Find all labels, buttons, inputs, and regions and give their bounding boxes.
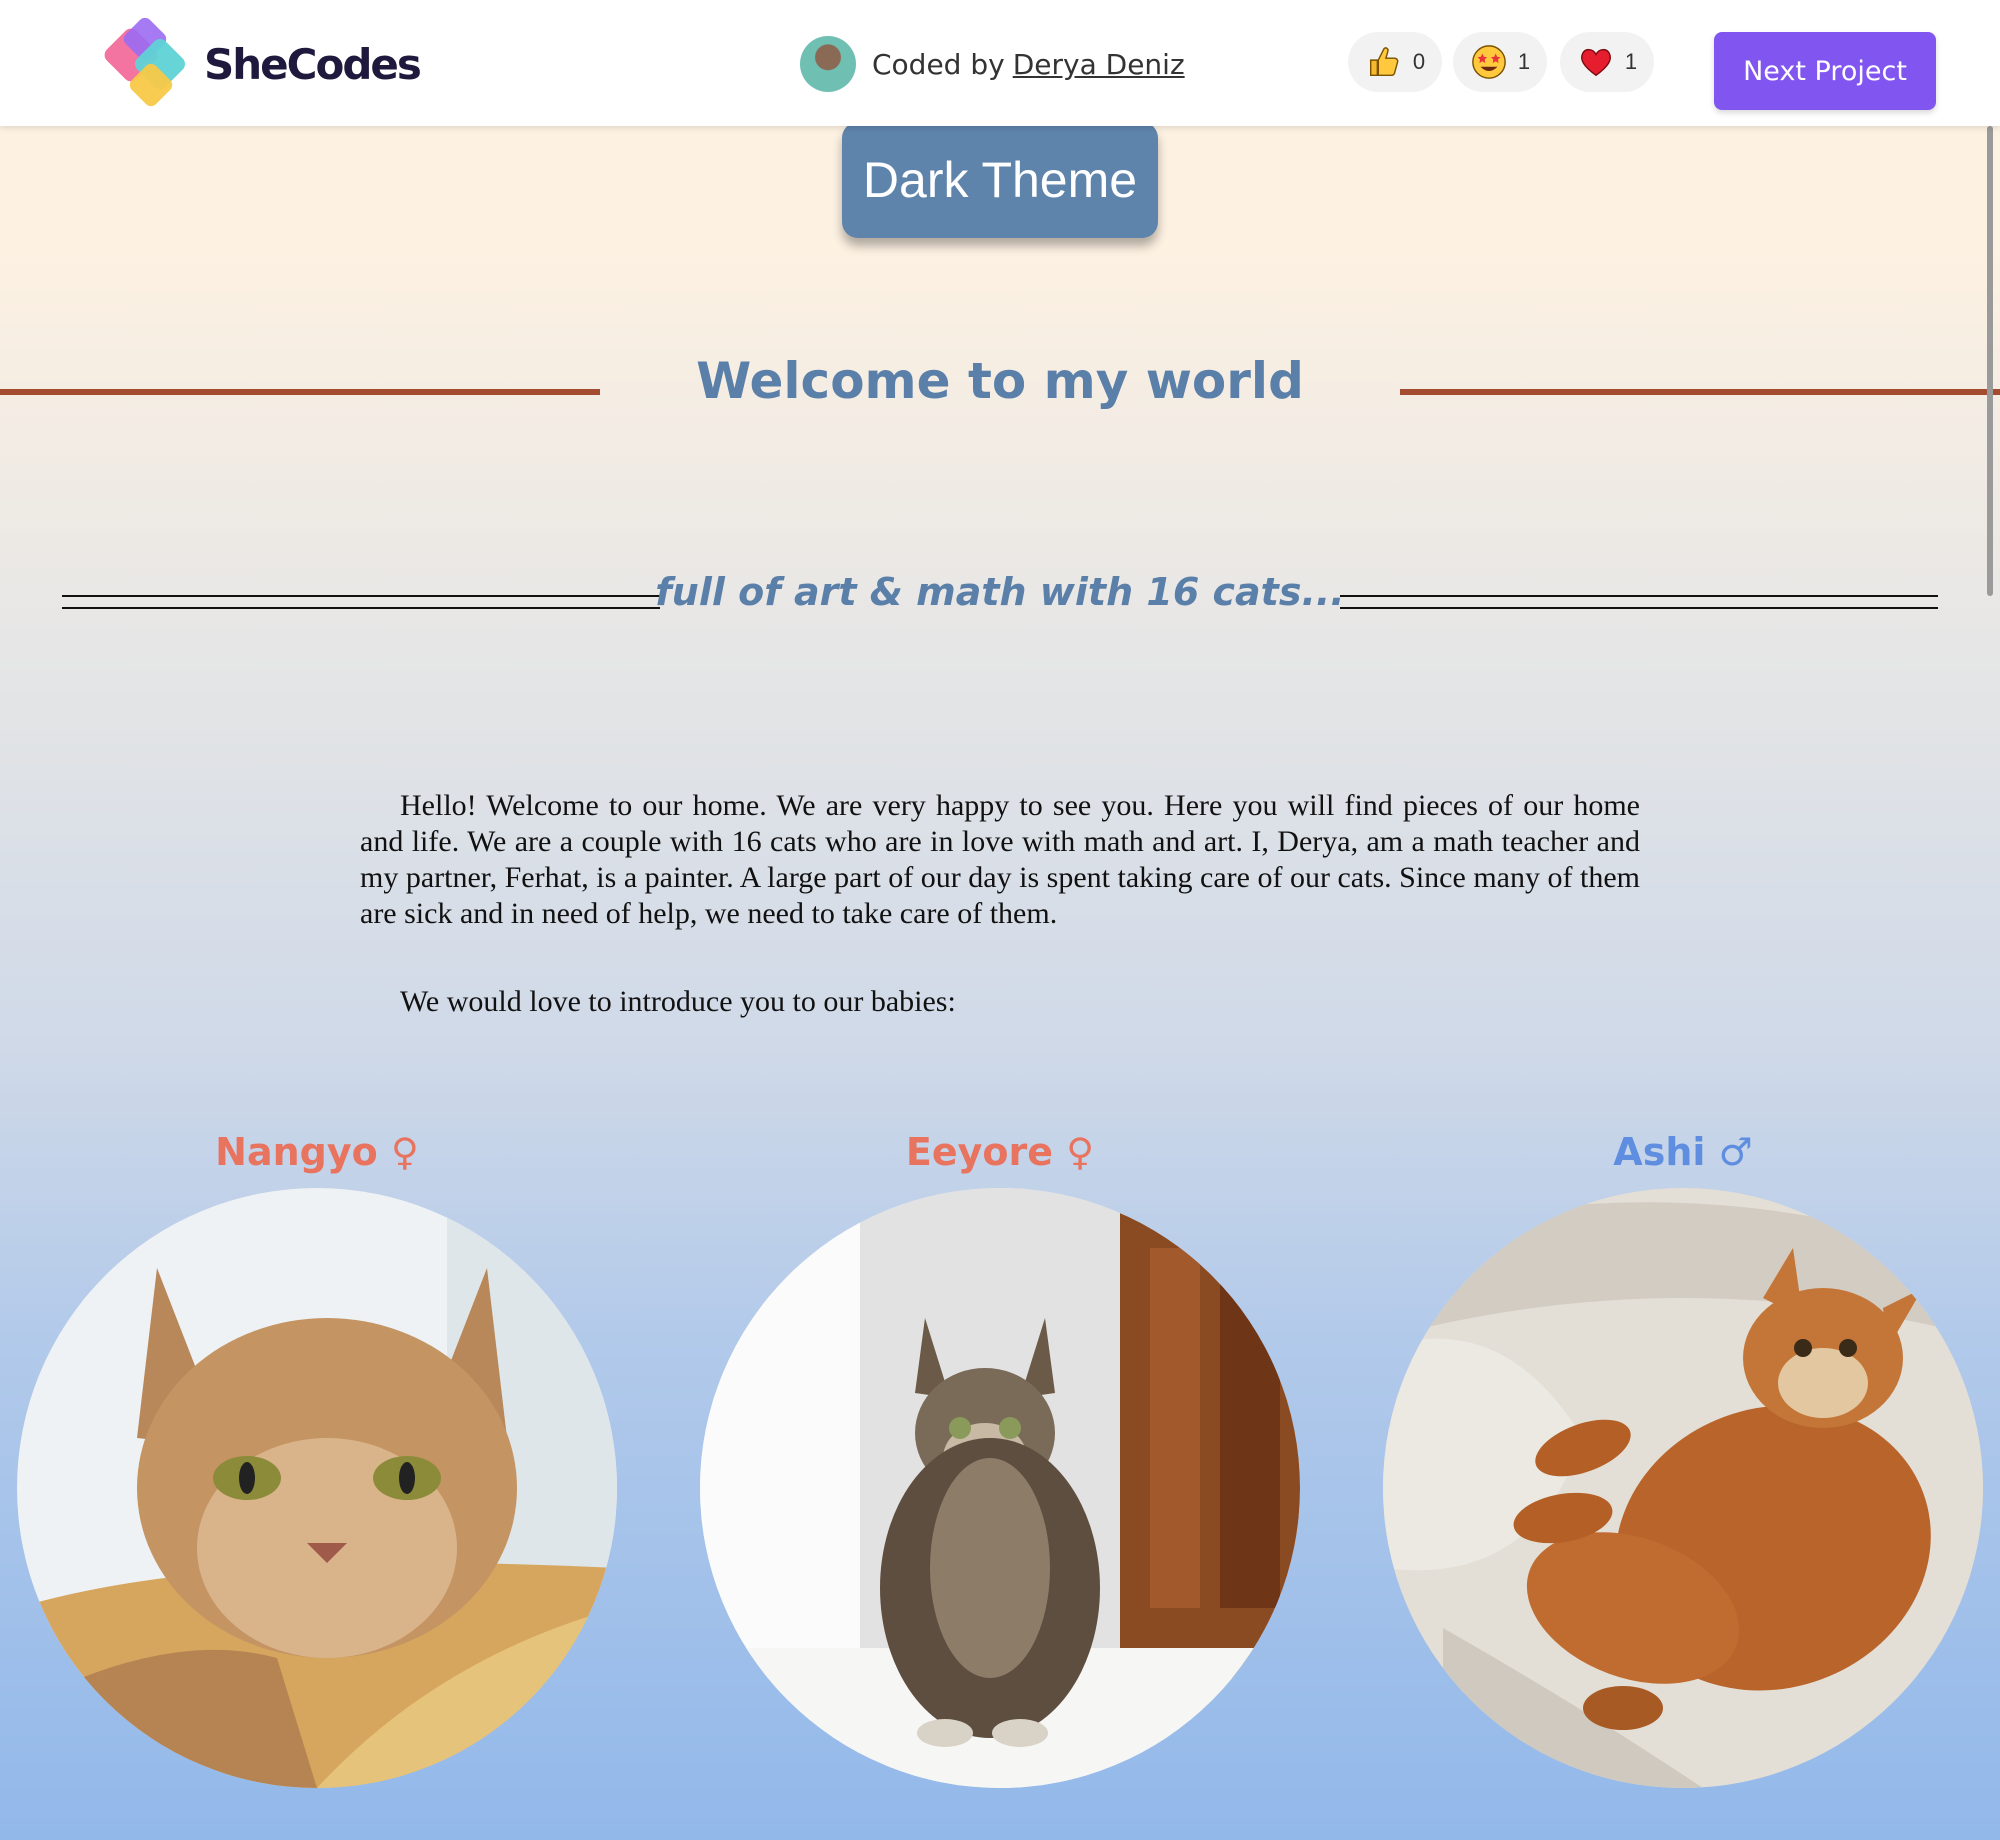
cat-photo-nangyo[interactable] [17,1188,617,1788]
shecodes-logo-icon [104,17,185,107]
heart-count: 1 [1624,49,1638,74]
next-project-button[interactable]: Next Project [1714,32,1936,110]
cat-photo-ashi[interactable] [1383,1188,1983,1788]
cat-image-nangyo [17,1188,617,1788]
cat-photo-eeyore[interactable] [700,1188,1300,1788]
reaction-star-struck[interactable]: 1 [1453,32,1547,92]
heart-icon [1580,48,1611,77]
top-navigation-bar: SheCodes Coded by Derya Deniz 0 1 1 Next… [0,0,2000,126]
star-struck-count: 1 [1517,49,1531,74]
star-struck-icon [1472,45,1506,79]
thumbs-up-count: 0 [1412,49,1426,74]
thumbs-up-icon [1369,47,1399,77]
intro-line: We would love to introduce you to our ba… [400,985,956,1018]
author-credit: Coded by Derya Deniz [800,34,1185,94]
reaction-thumbs-up[interactable]: 0 [1348,32,1442,92]
cat-name-nangyo: Nangyo ♀ [215,1130,419,1174]
coded-by-label: Coded by [872,47,1005,81]
intro-paragraph: Hello! Welcome to our home. We are very … [360,789,1640,930]
shecodes-logo[interactable]: SheCodes [100,17,422,110]
cat-image-eeyore [700,1188,1300,1788]
cat-name-ashi: Ashi ♂ [1613,1130,1753,1174]
author-link[interactable]: Derya Deniz [1013,48,1185,81]
cat-name-eeyore: Eeyore ♀ [905,1130,1095,1174]
dark-theme-button[interactable]: Dark Theme [842,122,1158,238]
reaction-heart[interactable]: 1 [1560,32,1654,92]
brand-name: SheCodes [204,40,422,89]
page-title: Welcome to my world [696,352,1304,410]
page-subtitle: full of art & math with 16 cats... [655,570,1345,614]
cat-image-ashi [1383,1188,1983,1788]
page-scrollbar[interactable] [1984,126,2000,1840]
scrollbar-thumb[interactable] [1987,126,1993,596]
author-avatar [800,36,856,92]
